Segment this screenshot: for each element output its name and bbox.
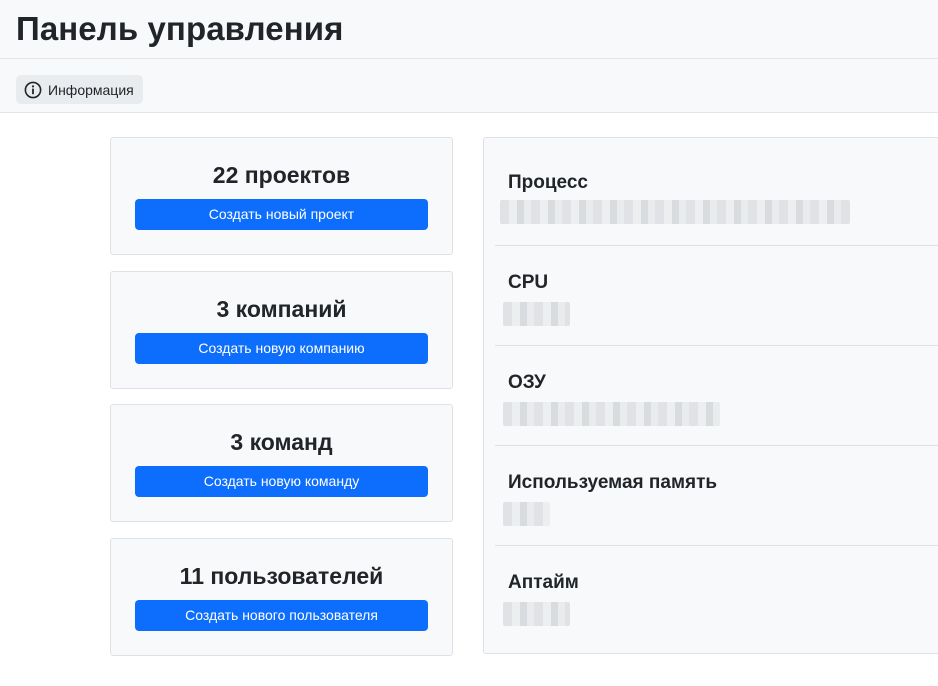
info-button-label: Информация [48,81,134,98]
ram-label: ОЗУ [508,372,546,393]
page-header: Панель управления [0,0,938,59]
page-title: Панель управления [16,10,344,47]
info-button[interactable]: Информация [16,75,143,104]
create-project-button[interactable]: Создать новый проект [135,199,428,230]
used-memory-row: Используемая память [495,446,938,546]
uptime-row: Аптайм [495,546,938,646]
uptime-value-redacted [503,602,570,626]
companies-card: 3 компаний Создать новую компанию [110,271,453,389]
cpu-row: CPU [495,246,938,346]
create-user-button[interactable]: Создать нового пользователя [135,600,428,631]
create-team-button[interactable]: Создать новую команду [135,466,428,497]
uptime-label: Аптайм [508,572,579,593]
users-count: 11 пользователей [179,563,384,589]
cpu-value-redacted [503,302,570,326]
used-memory-label: Используемая память [508,472,718,493]
users-card: 11 пользователей Создать нового пользова… [110,538,453,656]
toolbar: Информация [0,59,938,113]
cpu-label: CPU [508,272,549,293]
projects-count: 22 проектов [212,162,351,188]
create-company-button[interactable]: Создать новую компанию [135,333,428,364]
ram-row: ОЗУ [495,346,938,446]
projects-card: 22 проектов Создать новый проект [110,137,453,255]
teams-card: 3 команд Создать новую команду [110,404,453,522]
companies-count: 3 компаний [216,296,347,322]
ram-value-redacted [503,402,720,426]
process-row: Процесс [495,146,938,246]
info-circle-icon [24,81,42,99]
system-info-panel: Процесс CPU ОЗУ Используемая память Апта… [483,137,938,654]
process-value-redacted [500,200,850,224]
teams-count: 3 команд [230,429,333,455]
process-label: Процесс [508,172,588,193]
used-memory-value-redacted [503,502,550,526]
